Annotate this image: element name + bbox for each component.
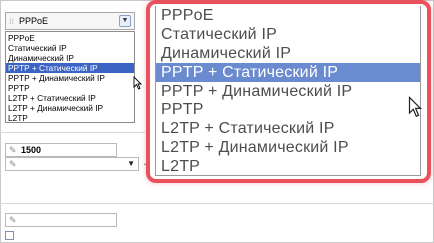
zoom-option-pptp[interactable]: PPTP [156, 100, 420, 119]
mouse-cursor-icon [133, 76, 142, 90]
text-input[interactable]: ✎ [5, 213, 117, 227]
connection-type-select[interactable]: ⁝⁝ PPPoE ▼ [5, 12, 135, 30]
drag-grip-icon: ⁝⁝ [9, 16, 15, 26]
zoom-option-pptp-static-ip[interactable]: PPTP + Статический IP [156, 62, 420, 82]
mtu-value: 1500 [21, 145, 42, 155]
option-pptp-static-ip[interactable]: PPTP + Статический IP [6, 63, 134, 73]
option-dynamic-ip[interactable]: Динамический IP [6, 53, 134, 63]
divider [0, 203, 434, 204]
zoom-option-l2tp-static-ip[interactable]: L2TP + Статический IP [156, 119, 420, 138]
zoomed-options-list[interactable]: PPPoE Статический IP Динамический IP PPT… [155, 6, 421, 176]
pencil-icon: ✎ [9, 159, 17, 169]
zoom-option-l2tp-dynamic-ip[interactable]: L2TP + Динамический IP [156, 138, 420, 157]
zoom-option-pptp-dynamic-ip[interactable]: PPTP + Динамический IP [156, 82, 420, 101]
zoom-callout: PPPoE Статический IP Динамический IP PPT… [146, 0, 431, 183]
option-l2tp-static-ip[interactable]: L2TP + Статический IP [6, 93, 134, 103]
chevron-down-icon[interactable]: ▼ [119, 15, 131, 27]
option-pppoe[interactable]: PPPoE [6, 33, 134, 43]
option-l2tp-dynamic-ip[interactable]: L2TP + Динамический IP [6, 103, 134, 113]
mouse-cursor-icon [408, 96, 422, 118]
secondary-select[interactable]: ✎ ▼ [5, 157, 139, 171]
divider [0, 132, 145, 133]
connection-type-options[interactable]: PPPoE Статический IP Динамический IP PPT… [5, 31, 135, 123]
pencil-icon: ✎ [9, 215, 17, 225]
option-static-ip[interactable]: Статический IP [6, 43, 134, 53]
zoom-option-dynamic-ip[interactable]: Динамический IP [156, 44, 420, 63]
option-l2tp[interactable]: L2TP [6, 113, 134, 123]
selected-value: PPPoE [19, 16, 49, 26]
zoom-option-pppoe[interactable]: PPPoE [156, 6, 420, 25]
checkbox[interactable] [5, 231, 14, 240]
mtu-input[interactable]: ✎ 1500 [5, 143, 117, 157]
option-pptp[interactable]: PPTP [6, 83, 134, 93]
zoom-option-static-ip[interactable]: Статический IP [156, 25, 420, 44]
zoom-option-l2tp[interactable]: L2TP [156, 157, 420, 176]
pencil-icon: ✎ [9, 145, 17, 155]
option-pptp-dynamic-ip[interactable]: PPTP + Динамический IP [6, 73, 134, 83]
dropdown-arrow-icon[interactable]: ▼ [127, 159, 135, 168]
